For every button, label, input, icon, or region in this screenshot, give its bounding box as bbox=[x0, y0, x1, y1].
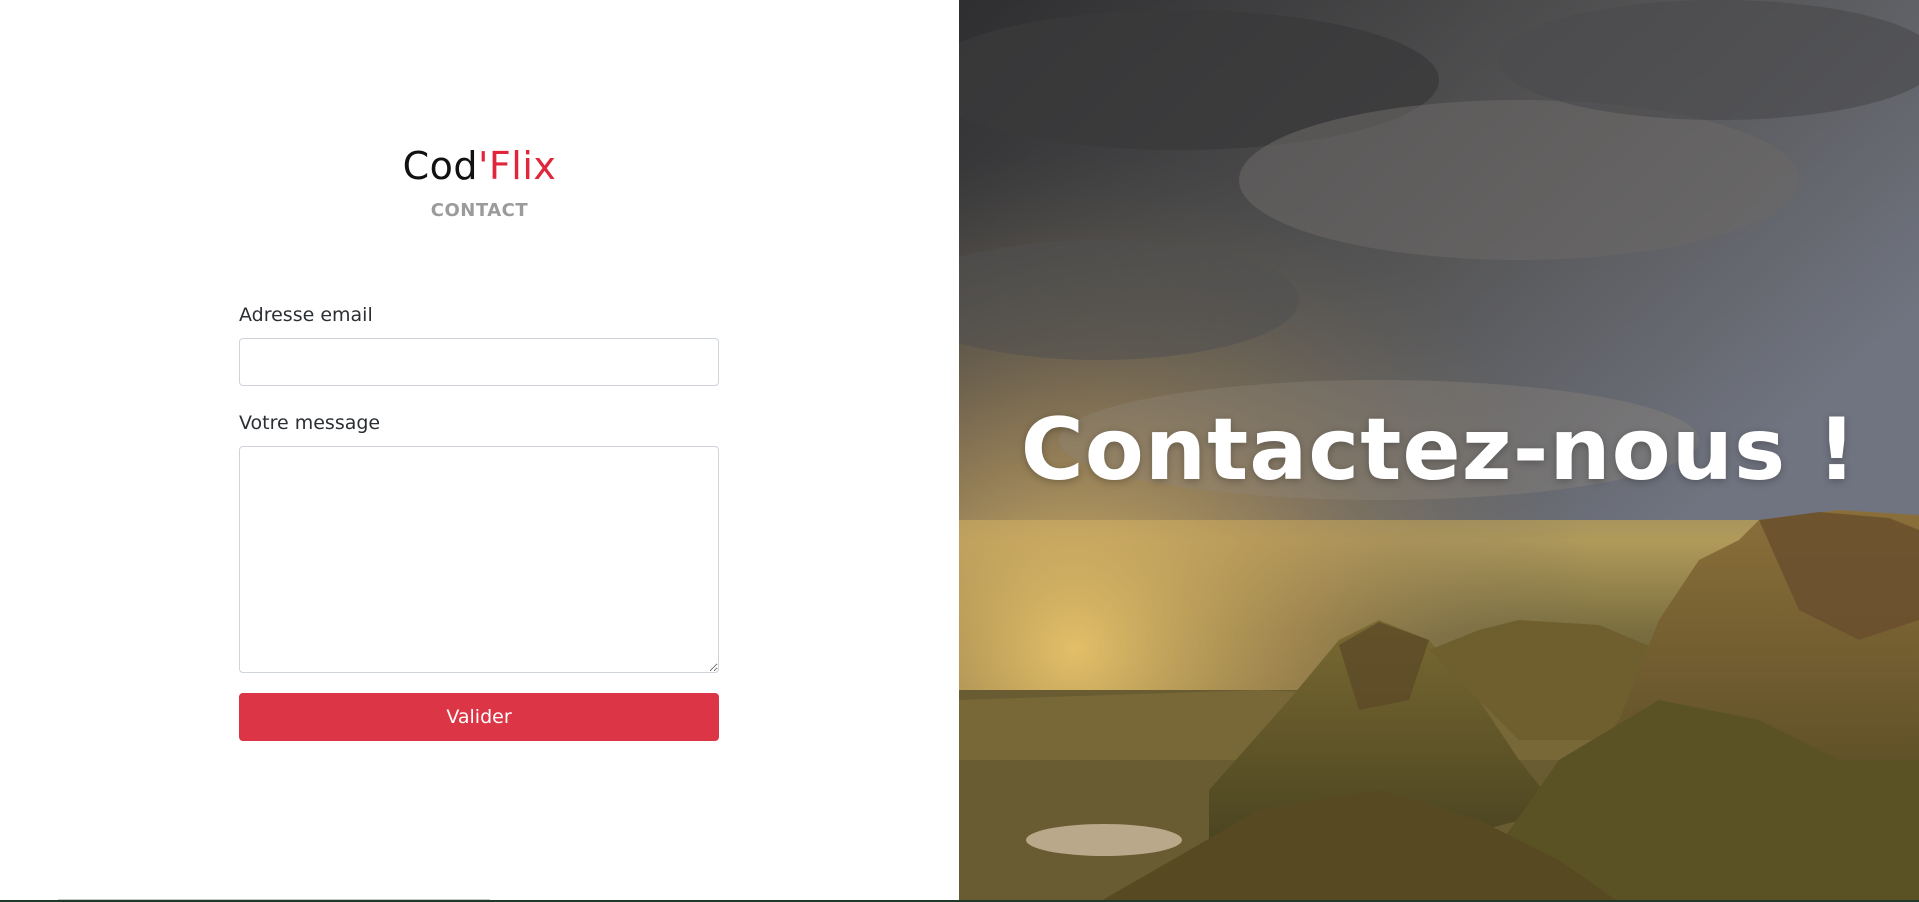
logo: Cod'Flix bbox=[0, 140, 959, 192]
message-textarea[interactable] bbox=[239, 446, 719, 673]
hero-image-panel: Contactez-nous ! bbox=[959, 0, 1919, 902]
page: Cod'Flix CONTACT Adresse email Votre mes… bbox=[0, 0, 1919, 902]
email-label: Adresse email bbox=[239, 304, 373, 326]
submit-button[interactable]: Valider bbox=[239, 693, 719, 741]
hero-title: Contactez-nous ! bbox=[1020, 400, 1858, 500]
page-subtitle: CONTACT bbox=[430, 200, 529, 221]
contact-form: Adresse email Votre message Valider bbox=[239, 302, 719, 741]
contact-panel: Cod'Flix CONTACT Adresse email Votre mes… bbox=[0, 0, 959, 902]
logo-text-main: Cod bbox=[402, 144, 478, 188]
email-field[interactable] bbox=[239, 338, 719, 386]
message-label: Votre message bbox=[239, 412, 381, 434]
logo-text-accent: 'Flix bbox=[477, 144, 557, 188]
